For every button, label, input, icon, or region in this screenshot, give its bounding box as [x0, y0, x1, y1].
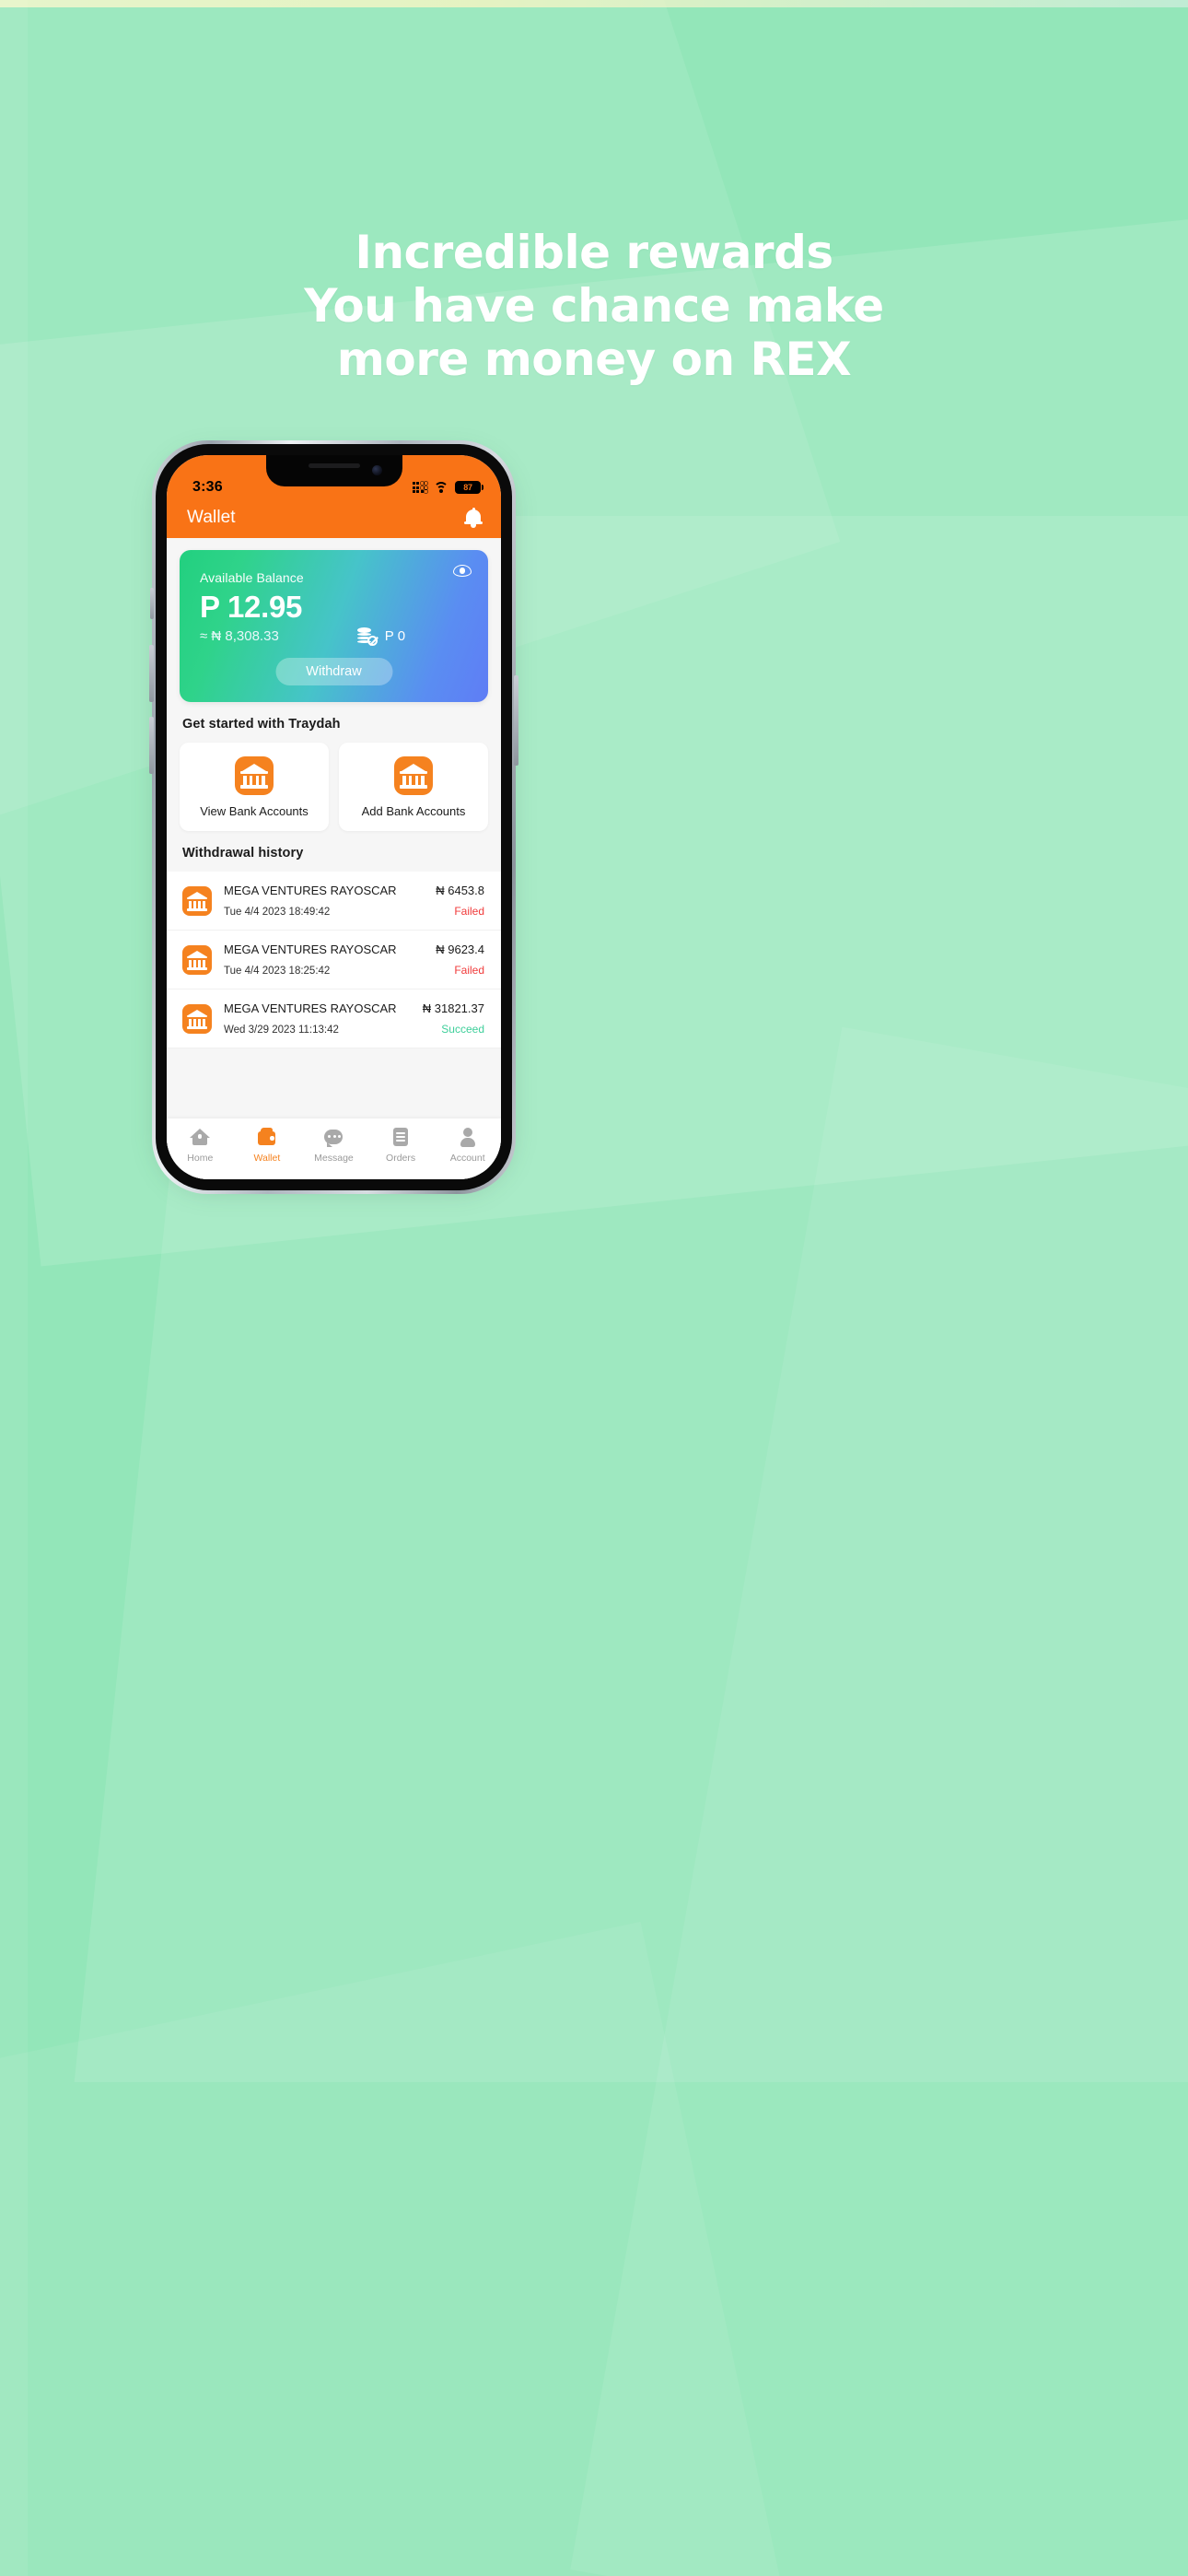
bank-icon — [182, 1003, 212, 1034]
add-bank-accounts-card[interactable]: Add Bank Accounts — [339, 743, 488, 831]
headline-line-3: more money on REX — [336, 333, 852, 386]
headline-line-1: Incredible rewards — [355, 226, 833, 279]
phone-screen: 3:36 87 Wallet Available Balance P 12.95… — [167, 455, 501, 1179]
bank-icon — [394, 755, 433, 795]
transaction-name: MEGA VENTURES RAYOSCAR — [224, 884, 397, 897]
notch — [265, 455, 402, 486]
balance-label: Available Balance — [200, 570, 304, 585]
table-row[interactable]: MEGA VENTURES RAYOSCAR ₦ 31821.37 Wed 3/… — [167, 989, 501, 1048]
transaction-date: Tue 4/4 2023 18:49:42 — [224, 907, 331, 918]
transaction-amount: ₦ 31821.37 — [422, 1001, 484, 1015]
bank-icon — [182, 885, 212, 916]
status-badge: Succeed — [441, 1023, 484, 1036]
orders-icon — [390, 1127, 411, 1147]
transaction-name: MEGA VENTURES RAYOSCAR — [224, 943, 397, 956]
power-button[interactable] — [514, 675, 518, 766]
headline-line-2: You have chance make — [304, 279, 884, 333]
nav-label-message: Message — [314, 1153, 354, 1164]
view-bank-accounts-label: View Bank Accounts — [200, 803, 309, 818]
nav-item-orders[interactable]: Orders — [367, 1127, 435, 1164]
withdrawal-history-title: Withdrawal history — [182, 846, 304, 861]
coins-blocked-icon — [356, 626, 378, 646]
add-bank-accounts-label: Add Bank Accounts — [361, 803, 466, 818]
front-camera-icon — [371, 465, 382, 475]
volume-down-button[interactable] — [149, 717, 154, 774]
message-icon — [323, 1127, 344, 1147]
battery-icon: 87 — [455, 481, 483, 494]
transaction-date: Tue 4/4 2023 18:25:42 — [224, 966, 331, 977]
status-bar-time: 3:36 — [192, 479, 223, 495]
bank-icon — [235, 755, 274, 795]
cellular-signal-icon — [412, 482, 427, 493]
phone-mockup: 3:36 87 Wallet Available Balance P 12.95… — [149, 440, 518, 1196]
volume-up-button[interactable] — [149, 645, 154, 702]
battery-level: 87 — [463, 483, 472, 492]
points-value: P 0 — [384, 627, 406, 644]
bell-icon[interactable] — [464, 508, 483, 528]
nav-item-home[interactable]: Home — [167, 1127, 234, 1164]
nav-label-home: Home — [187, 1153, 214, 1164]
view-bank-accounts-card[interactable]: View Bank Accounts — [180, 743, 329, 831]
app-content: Available Balance P 12.95 ≈ ₦ 8,308.33 P… — [167, 538, 501, 1179]
nav-label-orders: Orders — [386, 1153, 416, 1164]
mute-switch[interactable] — [150, 588, 154, 619]
nav-item-account[interactable]: Account — [434, 1127, 501, 1164]
withdraw-button[interactable]: Withdraw — [275, 658, 392, 685]
bottom-navigation: Home Wallet Message Orders Account — [167, 1118, 501, 1179]
status-badge: Failed — [454, 964, 484, 977]
table-row[interactable]: MEGA VENTURES RAYOSCAR ₦ 9623.4 Tue 4/4 … — [167, 931, 501, 989]
transaction-date: Wed 3/29 2023 11:13:42 — [224, 1025, 339, 1036]
page-title: Wallet — [187, 508, 236, 527]
promo-background — [0, 0, 1188, 2576]
nav-label-wallet: Wallet — [253, 1153, 281, 1164]
account-icon — [458, 1127, 478, 1147]
table-row[interactable]: MEGA VENTURES RAYOSCAR ₦ 6453.8 Tue 4/4 … — [167, 872, 501, 931]
transaction-amount: ₦ 6453.8 — [436, 884, 484, 897]
wifi-icon — [434, 482, 448, 493]
points-block: P 0 — [356, 626, 406, 646]
get-started-cards: View Bank Accounts Add Bank Accounts — [167, 732, 501, 831]
status-bar-indicators: 87 — [412, 481, 483, 496]
transaction-name: MEGA VENTURES RAYOSCAR — [224, 1001, 397, 1015]
status-badge: Failed — [454, 905, 484, 918]
transaction-amount: ₦ 9623.4 — [436, 943, 484, 956]
app-header: Wallet — [167, 498, 501, 538]
balance-secondary-row: ≈ ₦ 8,308.33 P 0 — [200, 626, 468, 646]
earpiece-speaker-icon — [308, 463, 360, 468]
balance-approx: ≈ ₦ 8,308.33 — [200, 627, 279, 644]
promo-headline: Incredible rewards You have chance make … — [0, 226, 1188, 386]
get-started-title: Get started with Traydah — [182, 717, 341, 732]
nav-item-message[interactable]: Message — [300, 1127, 367, 1164]
wallet-icon — [257, 1127, 277, 1147]
home-icon — [190, 1127, 211, 1147]
bank-icon — [182, 944, 212, 975]
top-stripe — [0, 0, 1188, 7]
balance-amount: P 12.95 — [200, 590, 303, 624]
nav-item-wallet[interactable]: Wallet — [234, 1127, 301, 1164]
nav-label-account: Account — [449, 1153, 485, 1164]
withdrawal-history-list: MEGA VENTURES RAYOSCAR ₦ 6453.8 Tue 4/4 … — [167, 872, 501, 1048]
balance-card: Available Balance P 12.95 ≈ ₦ 8,308.33 P… — [180, 550, 488, 702]
